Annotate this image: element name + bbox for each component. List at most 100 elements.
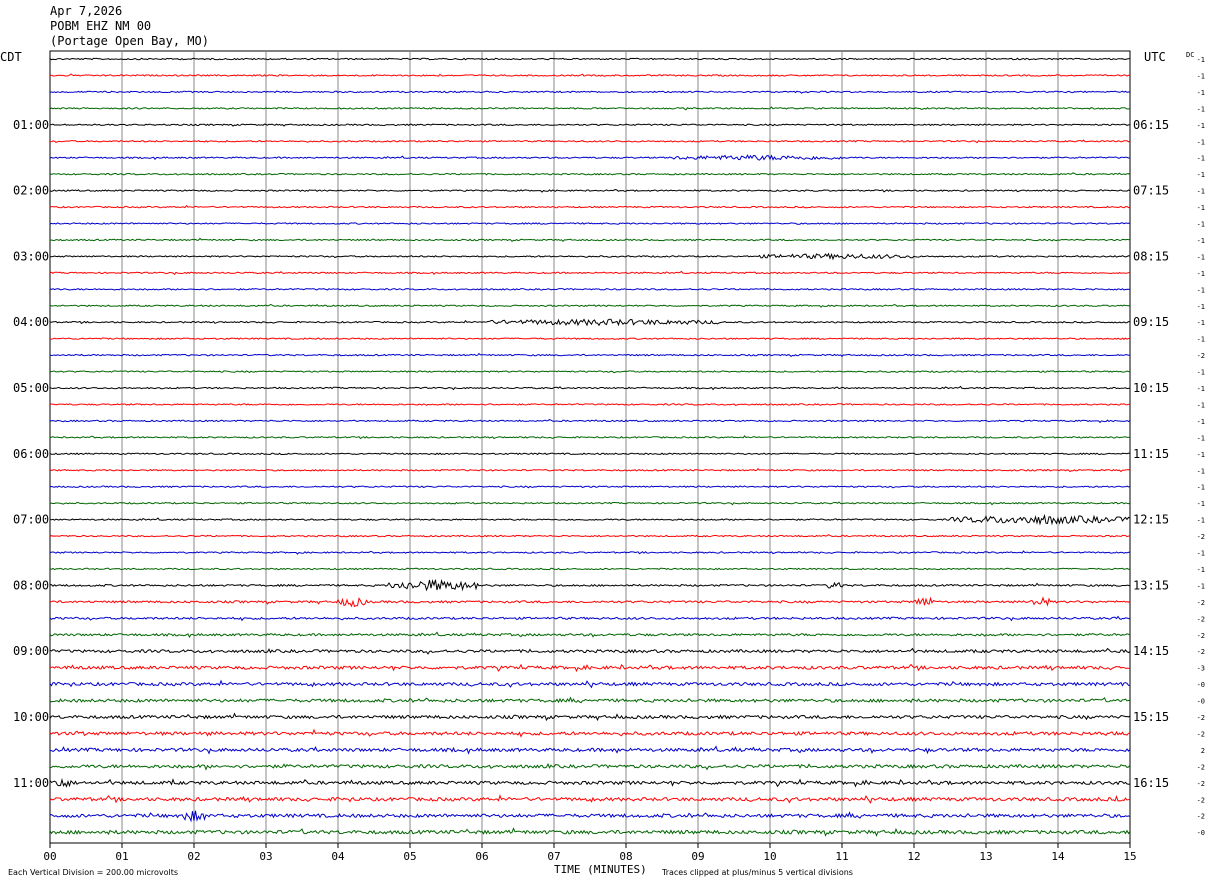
seismic-trace <box>49 419 1131 424</box>
dc-offset-label: -1 <box>1197 385 1205 393</box>
right-hour-label: 16:15 <box>1133 776 1169 790</box>
dc-offset-label: -1 <box>1197 418 1205 426</box>
x-axis-title: TIME (MINUTES) <box>554 863 647 876</box>
dc-offset-label: -1 <box>1197 369 1205 377</box>
dc-offset-label: -1 <box>1197 336 1205 344</box>
helicorder-chart: CDT UTC DC 00 01 02 03 04 05 06 07 08 09 10 11 12 13 1… <box>0 50 1205 877</box>
seismic-trace <box>49 403 1131 406</box>
seismic-trace <box>49 578 1131 592</box>
dc-offset-label: -2 <box>1197 796 1205 804</box>
x-tick-label: 09 <box>691 850 704 863</box>
dc-offset-label: -1 <box>1197 270 1205 278</box>
seismic-trace <box>49 154 1131 161</box>
dc-offset-label: -2 <box>1197 533 1205 541</box>
seismic-trace <box>49 452 1131 456</box>
dc-offset-label: -2 <box>1197 632 1205 640</box>
dc-offset-label: -1 <box>1197 56 1205 64</box>
dc-offset-label: -1 <box>1197 122 1205 130</box>
seismic-trace <box>49 287 1131 291</box>
dc-offset-label: -2 <box>1197 648 1205 656</box>
dc-offset-label: -1 <box>1197 204 1205 212</box>
right-hour-label: 06:15 <box>1133 118 1169 132</box>
right-timezone-label: UTC <box>1144 50 1166 64</box>
x-tick-label: 14 <box>1051 850 1065 863</box>
left-hour-label: 11:00 <box>13 776 49 790</box>
dc-offset-label: -1 <box>1197 237 1205 245</box>
seismic-trace <box>50 596 1131 608</box>
dc-header-label: DC <box>1186 51 1194 59</box>
dc-offset-label: -1 <box>1197 467 1205 475</box>
x-tick-label: 11 <box>835 850 848 863</box>
dc-offset-label: -2 <box>1197 763 1205 771</box>
dc-offset-label: -2 <box>1197 813 1205 821</box>
dc-offset-label: -1 <box>1197 286 1205 294</box>
dc-offset-label: -1 <box>1197 188 1205 196</box>
left-hour-label: 07:00 <box>13 513 49 527</box>
dc-offset-label: -1 <box>1197 500 1205 508</box>
seismic-trace <box>49 303 1131 308</box>
dc-offset-label: -1 <box>1197 582 1205 590</box>
seismic-trace <box>49 467 1131 473</box>
seismic-trace <box>49 352 1131 358</box>
seismic-trace <box>49 123 1131 127</box>
left-hour-label: 10:00 <box>13 710 49 724</box>
seismic-trace <box>49 385 1131 391</box>
dc-offset-label: -1 <box>1197 138 1205 146</box>
dc-offset-label: -1 <box>1197 72 1205 80</box>
right-hour-label: 08:15 <box>1133 249 1169 263</box>
seismic-trace <box>49 337 1130 340</box>
dc-offset-label: -1 <box>1197 155 1205 163</box>
dc-offset-label: -1 <box>1197 566 1205 574</box>
left-hour-label: 01:00 <box>13 118 49 132</box>
seismic-trace <box>49 712 1131 722</box>
seismic-trace <box>49 631 1131 639</box>
dc-offset-label: -1 <box>1197 434 1205 442</box>
seismic-trace <box>49 204 1131 209</box>
seismic-trace <box>49 696 1131 704</box>
left-hour-label: 06:00 <box>13 447 49 461</box>
dc-offset-label: -1 <box>1197 550 1205 558</box>
right-hour-label: 10:15 <box>1133 381 1169 395</box>
right-hour-label: 15:15 <box>1133 710 1169 724</box>
seismic-trace <box>49 90 1131 94</box>
dc-offset-label: -3 <box>1197 665 1205 673</box>
dc-offset-label: -1 <box>1197 253 1205 261</box>
seismic-trace <box>49 827 1131 837</box>
left-hour-label: 09:00 <box>13 644 49 658</box>
seismic-trace <box>49 615 1131 622</box>
seismic-trace <box>49 106 1131 111</box>
seismic-trace <box>49 728 1131 738</box>
seismic-trace <box>49 647 1131 655</box>
seismic-trace <box>49 777 1131 788</box>
x-tick-label: 01 <box>115 850 128 863</box>
x-tick-label: 02 <box>187 850 200 863</box>
seismic-trace <box>49 188 1131 193</box>
left-hour-label: 03:00 <box>13 249 49 263</box>
seismic-trace <box>49 810 1131 823</box>
x-tick-label: 06 <box>475 850 488 863</box>
seismic-trace <box>49 513 1131 526</box>
left-hour-label: 08:00 <box>13 578 49 592</box>
dc-offset-label: -1 <box>1197 105 1205 113</box>
clip-note: Traces clipped at plus/minus 5 vertical … <box>661 868 853 877</box>
seismic-trace <box>49 567 1131 571</box>
dc-offset-label: -0 <box>1197 698 1205 706</box>
seismic-trace <box>49 534 1131 538</box>
dc-offset-label: -1 <box>1197 484 1205 492</box>
x-tick-label: 00 <box>43 850 56 863</box>
x-tick-label: 15 <box>1123 850 1136 863</box>
dc-offset-label: -0 <box>1197 829 1205 837</box>
right-hour-label: 13:15 <box>1133 578 1169 592</box>
right-hour-label: 07:15 <box>1133 184 1169 198</box>
seismic-trace <box>49 550 1131 555</box>
seismic-trace <box>49 679 1131 689</box>
seismic-trace <box>49 57 1131 61</box>
left-hour-label: 05:00 <box>13 381 49 395</box>
seismic-trace <box>49 139 1131 144</box>
right-hour-label: 14:15 <box>1133 644 1169 658</box>
grid-lines <box>49 50 1131 848</box>
right-hour-label: 09:15 <box>1133 315 1169 329</box>
seismic-trace <box>49 370 1131 374</box>
x-tick-label: 05 <box>403 850 416 863</box>
scale-note: Each Vertical Division = 200.00 microvol… <box>8 868 178 877</box>
